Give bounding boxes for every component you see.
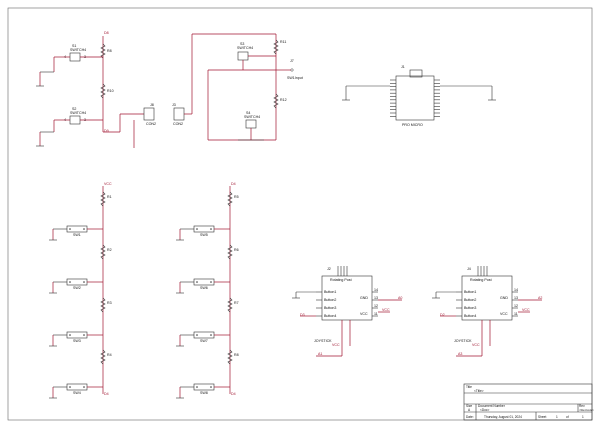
grid-switch-label: SW1 (73, 233, 81, 237)
joystick-pin-label: Button1 (324, 290, 336, 294)
switch-type: SWITCH4 (244, 115, 260, 119)
pin-name: SW1Input (287, 76, 303, 80)
joystick-pin-number: 13 (514, 296, 518, 300)
joystick-pin-number: 11 (374, 312, 378, 316)
connector-ref: J8 (150, 103, 154, 107)
title-block: Title <Title> Size A Document Number <Do… (463, 383, 594, 421)
button-grid-left: VCC D4 R1 SW1 R2 SW2 R3 SW3 R4 SW4 (49, 182, 112, 399)
joystick-pin-number: 13 (374, 296, 378, 300)
grid-vcc-label: D4 (231, 182, 236, 186)
joystick-net-left: D2 (440, 313, 445, 317)
grid-resistor-label: R2 (107, 248, 112, 252)
schematic-sheet: D8 R8 R10 S1 SWITCH4 43 S2 SWITCH4 43 D9… (0, 0, 600, 424)
joystick-right-label: GND (500, 296, 508, 300)
grid-switch-label: SW6 (200, 286, 208, 290)
joystick-right-label: GND (360, 296, 368, 300)
joystick-header: Rotating Post (470, 278, 492, 282)
joystick-pin-label: Button4 (464, 314, 476, 318)
pin-ref: J7 (290, 59, 294, 63)
joystick-name: JOYSTICK (454, 339, 472, 343)
joystick-blocks: J2 JOYSTICK Rotating Post Button1 Button2 But… (292, 266, 542, 357)
resistor-label: R11 (280, 40, 286, 44)
sheet-total: 1 (582, 415, 584, 419)
switch-type: SWITCH4 (237, 46, 253, 50)
joystick-net-vcc: VCC (522, 308, 530, 312)
connector-name: CON2 (146, 122, 156, 126)
top-switch-block: D8 R8 R10 S1 SWITCH4 43 S2 SWITCH4 43 D9… (36, 31, 303, 148)
grid-switch-label: SW7 (200, 339, 208, 343)
joystick-pin-label: Button2 (324, 298, 336, 302)
joystick-net-bottom: A3 (458, 352, 462, 356)
grid-switch-label: SW5 (200, 233, 208, 237)
size-value: A (468, 408, 471, 412)
grid-switch-label: SW8 (200, 391, 208, 395)
title-value: <Title> (474, 389, 484, 393)
joystick-1: J2 JOYSTICK Rotating Post Button1 Button2 But… (292, 266, 402, 357)
joystick-net-left: D3 (300, 313, 305, 317)
docnum-value: <Doc> (480, 408, 490, 412)
joystick-pin-label: Button4 (324, 314, 336, 318)
schematic-canvas: D8 R8 R10 S1 SWITCH4 43 S2 SWITCH4 43 D9… (7, 7, 594, 421)
grid-switch-label: SW3 (73, 339, 81, 343)
date-value: Thursday, August 01, 2024 (484, 415, 522, 419)
net-label-top: D8 (104, 31, 109, 35)
title-label: Title (466, 385, 472, 389)
grid-resistor-label: R6 (234, 248, 239, 252)
resistor-label: R8 (107, 49, 112, 53)
joystick-pin-number: 12 (514, 304, 518, 308)
joystick-pin-number: 14 (374, 288, 378, 292)
sheet-of: of (566, 415, 569, 419)
mcu-ref: J1 (401, 65, 405, 69)
joystick-pin-number: 14 (514, 288, 518, 292)
joystick-name: JOYSTICK (314, 339, 332, 343)
pro-micro-block: J1 PRO MICRO (342, 65, 496, 127)
joystick-net-right: A2 (538, 296, 542, 300)
joystick-pin-number: 11 (514, 312, 518, 316)
grid-resistor-label: R4 (107, 353, 112, 357)
joystick-pin-label: Button3 (464, 306, 476, 310)
joystick-right-label: VCC (500, 312, 508, 316)
joystick-net-bottom: A1 (318, 352, 322, 356)
resistor-label: R10 (107, 89, 114, 93)
net-label: D9 (104, 129, 109, 133)
joystick-ref: J4 (467, 267, 471, 271)
grid-resistor-label: R5 (234, 195, 239, 199)
sheet-label: Sheet (538, 415, 546, 419)
switch-type: SWITCH4 (70, 111, 86, 115)
grid-switch-label: SW2 (73, 286, 81, 290)
joystick-net-vcc-bottom: VCC (472, 343, 480, 347)
mcu-name: PRO MICRO (402, 123, 423, 127)
joystick-pin-number: 12 (374, 304, 378, 308)
date-label: Date: (466, 415, 474, 419)
joystick-right-label: VCC (360, 312, 368, 316)
grid-resistor-label: R3 (107, 301, 112, 305)
sheet-number: 1 (556, 415, 558, 419)
connector-name: CON2 (173, 122, 183, 126)
grid-switch-label: SW4 (73, 391, 81, 395)
grid-bottom-label: D4 (231, 392, 236, 396)
joystick-net-vcc-bottom: VCC (332, 343, 340, 347)
grid-resistor-label: R7 (234, 301, 239, 305)
joystick-ref: J2 (327, 267, 331, 271)
grid-resistor-label: R1 (107, 195, 112, 199)
grid-vcc-label: VCC (104, 182, 112, 186)
joystick-net-vcc: VCC (382, 308, 390, 312)
sheet-border (7, 7, 593, 421)
joystick-pin-label: Button1 (464, 290, 476, 294)
grid-resistor-label: R8 (234, 353, 239, 357)
joystick-header: Rotating Post (330, 278, 352, 282)
button-grid-right: D4 D4 R5 SW5 R6 SW6 R7 SW7 R8 SW8 (176, 182, 239, 399)
switch-type: SWITCH4 (70, 48, 86, 52)
rev-value: <RevCode> (579, 408, 594, 412)
joystick-2: J4 JOYSTICK Rotating Post Button1 Button2 But… (432, 266, 542, 357)
connector-ref: J3 (172, 103, 176, 107)
joystick-pin-label: Button2 (464, 298, 476, 302)
grid-bottom-label: D4 (104, 392, 109, 396)
joystick-pin-label: Button3 (324, 306, 336, 310)
joystick-net-right: A0 (398, 296, 402, 300)
resistor-label: R12 (280, 98, 287, 102)
